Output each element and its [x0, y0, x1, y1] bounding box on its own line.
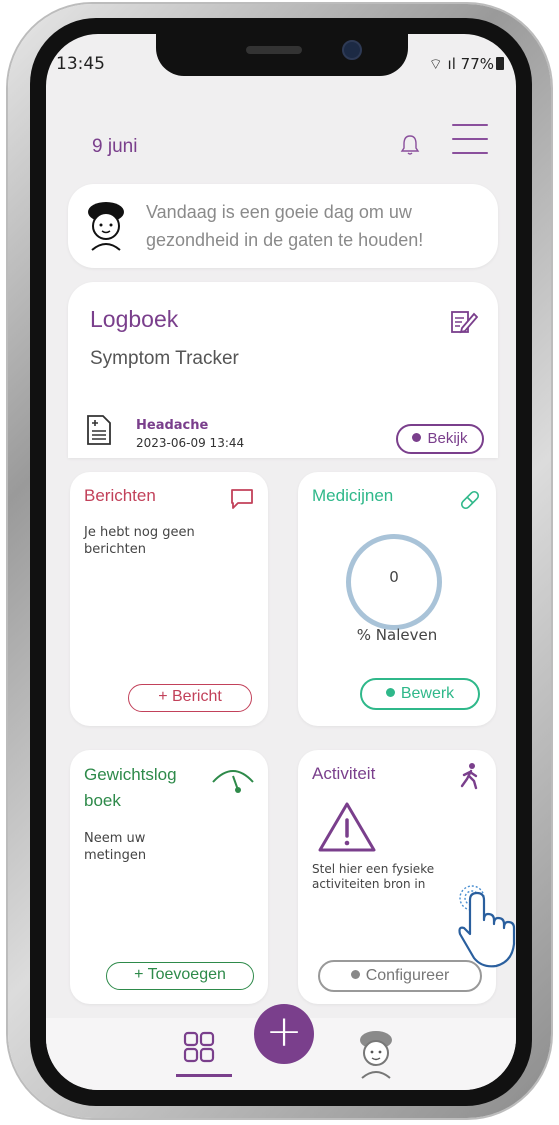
logbook-card[interactable]: Logboek Symptom Tracker Headache 2023-06…: [68, 282, 498, 458]
tap-hand-icon: [458, 885, 516, 968]
add-weight-button[interactable]: + Toevoegen: [106, 962, 254, 990]
activity-title: Activiteit: [312, 764, 376, 783]
configure-label: Configureer: [365, 967, 450, 984]
profile-avatar-icon[interactable]: [354, 1028, 398, 1080]
weight-body-text: Neem uw metingen: [84, 831, 147, 863]
messages-card[interactable]: Berichten Je hebt nog geen berichten + B…: [70, 472, 268, 726]
pill-icon: [460, 490, 480, 510]
view-button-label: Bekijk: [427, 430, 468, 447]
camera: [342, 40, 362, 60]
dot-icon: [385, 688, 395, 697]
active-tab-indicator: [176, 1074, 232, 1077]
document-icon: [87, 415, 111, 445]
warning-icon: [318, 802, 376, 852]
dashboard-icon[interactable]: [182, 1030, 216, 1064]
date-label: 9 juni: [92, 136, 138, 157]
chat-icon: [231, 489, 253, 509]
entry-name: Headache: [136, 418, 209, 433]
adherence-value: 0: [389, 568, 399, 586]
battery-percent: 77%: [460, 55, 494, 73]
adherence-label: % Naleven: [356, 626, 438, 644]
logbook-subtitle: Symptom Tracker: [90, 348, 239, 369]
menu-icon[interactable]: [452, 124, 488, 158]
app-screen: 13:45 ⌔ ıl 77% 9 juni Vandaag is een goe…: [46, 34, 516, 1090]
logbook-title: Logboek: [90, 306, 179, 332]
add-fab-button[interactable]: +: [254, 1004, 314, 1064]
medicines-title: Medicijnen: [312, 486, 394, 505]
banner-message: Vandaag is een goeie dag om uw gezondhei…: [146, 202, 424, 250]
medicines-card[interactable]: Medicijnen 0 % Naleven Bewerk: [298, 472, 496, 726]
bell-icon[interactable]: [400, 134, 420, 156]
status-time: 13:45: [56, 54, 105, 74]
add-message-button[interactable]: + Bericht: [128, 684, 252, 712]
battery-icon: [496, 57, 504, 70]
edit-note-icon[interactable]: [448, 306, 478, 336]
entry-date: 2023-06-09 13:44: [136, 436, 245, 450]
motivation-banner: Vandaag is een goeie dag om uw gezondhei…: [68, 184, 498, 268]
dot-icon: [350, 970, 360, 979]
messages-title: Berichten: [84, 486, 156, 505]
notch: [156, 34, 408, 76]
dot-icon: [412, 433, 422, 442]
speaker: [246, 46, 302, 54]
gauge-icon: [212, 770, 254, 793]
weight-title: Gewichtslog boek: [84, 765, 177, 810]
edit-medicines-button[interactable]: Bewerk: [360, 678, 480, 710]
walking-icon: [460, 763, 478, 790]
messages-empty-text: Je hebt nog geen berichten: [84, 525, 195, 557]
status-icons: ⌔ ıl 77%: [429, 55, 504, 74]
signal-icon: ⌔ ıl: [428, 55, 461, 73]
weight-card[interactable]: Gewichtslog boek Neem uw metingen + Toev…: [70, 750, 268, 1004]
view-button[interactable]: Bekijk: [396, 424, 484, 454]
avatar-icon: [88, 202, 124, 251]
edit-medicines-label: Bewerk: [400, 685, 455, 702]
